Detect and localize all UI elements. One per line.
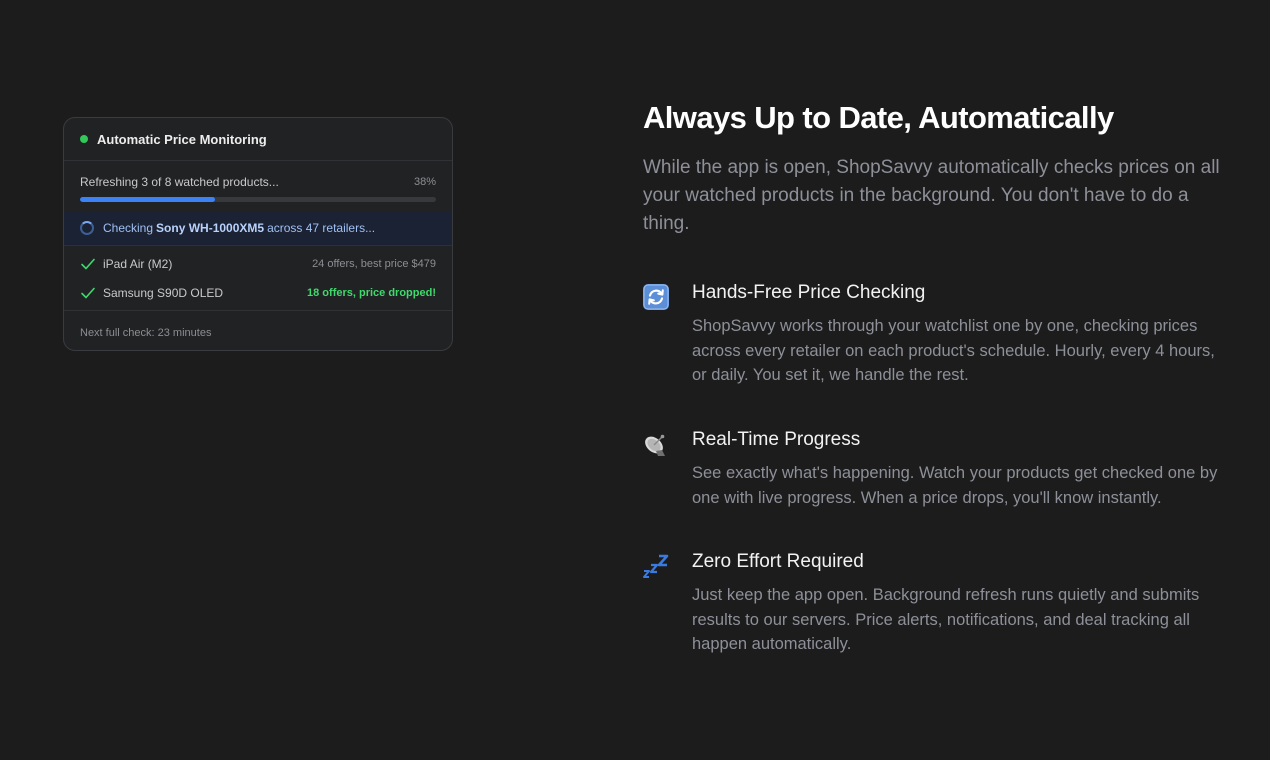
checked-items-list: iPad Air (M2) 24 offers, best price $479… [64,246,452,311]
list-item: iPad Air (M2) 24 offers, best price $479 [64,249,452,278]
hero-description: While the app is open, ShopSavvy automat… [643,157,1220,234]
price-monitor-card: Automatic Price Monitoring Refreshing 3 … [63,117,453,351]
item-meta: 24 offers, best price $479 [312,257,436,270]
spinner-icon [80,221,94,235]
checkmark-icon [81,258,95,269]
page-title: Always Up to Date, Automatically [643,100,1114,135]
progress-bar-fill [80,197,216,202]
list-item: Samsung S90D OLED 18 offers, price dropp… [64,278,452,307]
feature-description: See exactly what's happening. Watch your… [692,464,1218,507]
progress-section: Refreshing 3 of 8 watched products... 38… [64,161,452,211]
refresh-icon [643,284,669,310]
item-name: iPad Air (M2) [103,256,173,271]
item-name: Samsung S90D OLED [103,285,224,300]
card-title: Automatic Price Monitoring [97,131,267,147]
zzz-icon [643,554,669,578]
checking-status: Checking Sony WH-1000XM5 across 47 retai… [64,211,452,246]
checkmark-icon [81,287,95,298]
progress-percent: 38% [413,176,436,188]
checking-suffix: across 47 retailers... [267,221,376,235]
checking-product: Sony WH-1000XM5 [156,221,265,235]
status-dot [80,135,88,143]
price-dropped-meta: 18 offers, price dropped! [307,286,436,299]
feature-description: Just keep the app open. Background refre… [692,586,1200,653]
feature-title: Hands-Free Price Checking [692,282,926,303]
next-check-footer: Next full check: 23 minutes [80,327,212,339]
feature-title: Real-Time Progress [692,429,861,450]
satellite-dish-icon [645,434,665,456]
checking-prefix: Checking [103,221,154,235]
feature-description: ShopSavvy works through your watchlist o… [692,317,1215,384]
progress-text: Refreshing 3 of 8 watched products... [80,175,279,189]
card-header: Automatic Price Monitoring [64,118,452,161]
progress-bar [80,197,436,202]
feature-title: Zero Effort Required [692,551,864,572]
